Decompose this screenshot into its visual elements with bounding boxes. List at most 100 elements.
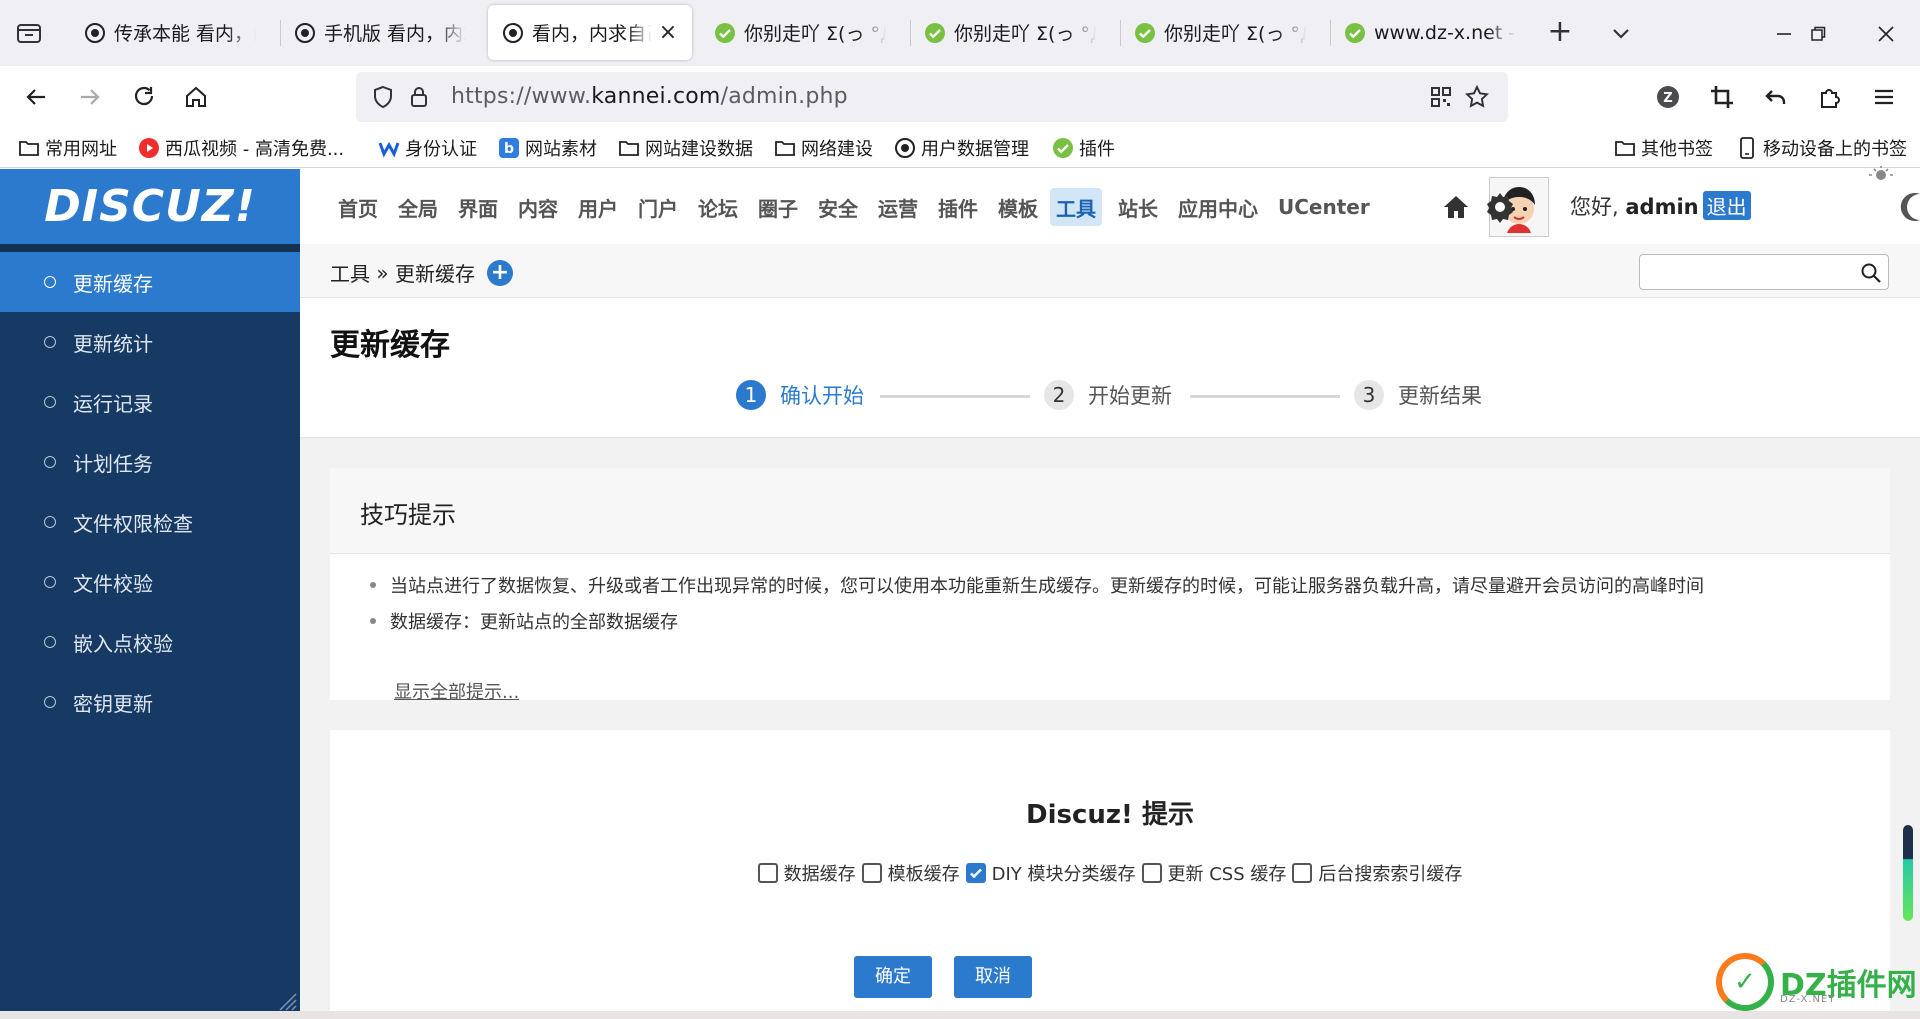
browser-tab[interactable]: 你别走吖 Σ(っ °Д °;)っ	[910, 5, 1110, 60]
check-favicon-icon	[1134, 22, 1156, 44]
chevron-down-icon[interactable]	[1606, 18, 1636, 48]
topnav-users[interactable]: 用户	[572, 188, 624, 226]
topnav-tools[interactable]: 工具	[1050, 188, 1102, 226]
browser-tab[interactable]: 你别走吖 Σ(っ °Д °;)っ	[700, 5, 900, 60]
forward-arrow-icon[interactable]	[72, 79, 108, 115]
option-diy-cache[interactable]: DIY 模块分类缓存	[965, 860, 1136, 886]
close-tab-icon[interactable]: ×	[658, 21, 678, 43]
circle-bullet-icon	[44, 696, 56, 708]
sidebar-item-file-permission[interactable]: 文件权限检查	[0, 492, 300, 552]
option-search-index-cache[interactable]: 后台搜索索引缓存	[1292, 860, 1462, 886]
topnav-templates[interactable]: 模板	[992, 188, 1044, 226]
topnav-global[interactable]: 全局	[392, 188, 444, 226]
checkbox-checked[interactable]	[965, 863, 986, 883]
zotero-icon[interactable]: Z	[1650, 79, 1686, 115]
bookmark-item[interactable]: 插件	[1052, 133, 1115, 163]
topnav-home[interactable]: 首页	[332, 188, 384, 226]
bookmark-item[interactable]: 移动设备上的书签	[1736, 133, 1907, 163]
tab-manager-icon[interactable]	[14, 18, 44, 48]
browser-tab[interactable]: 手机版 看内，内求自己	[280, 5, 480, 60]
new-tab-plus-icon[interactable]: +	[1545, 17, 1575, 48]
topnav-interface[interactable]: 界面	[452, 188, 504, 226]
bookmark-star-icon[interactable]	[1464, 84, 1490, 110]
bookmark-item[interactable]: 网络建设	[774, 133, 873, 163]
close-window-icon[interactable]	[1866, 14, 1906, 54]
sidebar-item-update-cache[interactable]: 更新缓存	[0, 252, 300, 312]
bookmark-item[interactable]: 西瓜视频 - 高清免费...	[138, 133, 344, 163]
browser-tab[interactable]: www.dz-x.net - Sit	[1330, 5, 1530, 60]
circle-bullet-icon	[44, 276, 56, 288]
back-arrow-icon[interactable]	[18, 79, 54, 115]
checkbox[interactable]	[1141, 863, 1162, 883]
menu-hamburger-icon[interactable]	[1866, 79, 1902, 115]
search-icon[interactable]	[1860, 262, 1882, 284]
home-icon[interactable]	[178, 79, 214, 115]
show-all-tips-link[interactable]: 显示全部提示...	[394, 678, 519, 704]
lock-icon[interactable]	[406, 84, 432, 110]
bookmark-item[interactable]: 其他书签	[1614, 133, 1713, 163]
shield-icon[interactable]	[370, 84, 396, 110]
logout-button[interactable]: 退出	[1702, 191, 1751, 220]
address-bar[interactable]: https://www.kannei.com/admin.php	[356, 72, 1508, 122]
home-icon[interactable]	[1438, 189, 1474, 225]
watermark: ✓ DZ插件网 DZ-X.NET	[1716, 944, 1920, 1019]
reload-icon[interactable]	[126, 79, 162, 115]
breadcrumb-current: 更新缓存	[394, 262, 475, 286]
topnav-operations[interactable]: 运营	[872, 188, 924, 226]
crop-icon[interactable]	[1704, 79, 1740, 115]
topnav-plugins[interactable]: 插件	[932, 188, 984, 226]
extensions-puzzle-icon[interactable]	[1812, 79, 1848, 115]
browser-tab-active[interactable]: 看内，内求自己 ×	[488, 5, 692, 60]
bookmark-item[interactable]: 网站建设数据	[618, 133, 753, 163]
restore-icon[interactable]	[1798, 14, 1838, 54]
option-css-cache[interactable]: 更新 CSS 缓存	[1141, 860, 1286, 886]
scroll-indicator[interactable]	[1903, 825, 1913, 921]
checkbox[interactable]	[861, 863, 882, 883]
admin-search[interactable]	[1639, 254, 1889, 290]
add-shortcut-plus-icon[interactable]: +	[486, 259, 513, 286]
bookmark-item[interactable]: 常用网址	[18, 133, 117, 163]
svg-text:Z: Z	[1663, 91, 1672, 106]
folder-icon	[618, 137, 640, 159]
sidebar-item-label: 更新缓存	[73, 271, 153, 296]
step-2: 2 开始更新	[1044, 380, 1172, 410]
gear-icon[interactable]	[1482, 189, 1518, 225]
qr-code-icon[interactable]	[1428, 84, 1454, 110]
topnav-forum[interactable]: 论坛	[692, 188, 744, 226]
topnav-security[interactable]: 安全	[812, 188, 864, 226]
bookmark-item[interactable]: b 网站素材	[498, 133, 597, 163]
cancel-button[interactable]: 取消	[954, 956, 1032, 998]
sidebar-item-update-stats[interactable]: 更新统计	[0, 312, 300, 372]
tips-title: 技巧提示	[360, 501, 456, 529]
bookmark-item[interactable]: 身份认证	[378, 133, 477, 163]
checkbox[interactable]	[757, 863, 778, 883]
breadcrumb-section[interactable]: 工具	[330, 258, 370, 287]
sidebar-item-scheduled-tasks[interactable]: 计划任务	[0, 432, 300, 492]
sidebar-item-file-check[interactable]: 文件校验	[0, 552, 300, 612]
resize-handle-icon[interactable]	[276, 990, 298, 1012]
undo-icon[interactable]	[1758, 79, 1794, 115]
search-input[interactable]	[1640, 255, 1850, 289]
sidebar-item-run-log[interactable]: 运行记录	[0, 372, 300, 432]
browser-tab[interactable]: 传承本能 看内，内求自己	[70, 5, 270, 60]
option-data-cache[interactable]: 数据缓存	[757, 860, 856, 886]
url-text[interactable]: https://www.kannei.com/admin.php	[451, 84, 848, 109]
sidebar-item-hook-check[interactable]: 嵌入点校验	[0, 612, 300, 672]
bookmark-item[interactable]: 用户数据管理	[894, 133, 1029, 163]
sun-icon[interactable]	[1864, 166, 1898, 188]
sidebar-item-label: 文件校验	[73, 571, 153, 596]
site-icon	[894, 137, 916, 159]
topnav-webmaster[interactable]: 站长	[1112, 188, 1164, 226]
topnav-groups[interactable]: 圈子	[752, 188, 804, 226]
topnav-ucenter[interactable]: UCenter	[1272, 188, 1376, 226]
browser-tab[interactable]: 你别走吖 Σ(っ °Д °;)っ	[1120, 5, 1320, 60]
moon-icon[interactable]	[1896, 190, 1920, 224]
topnav-app-center[interactable]: 应用中心	[1172, 188, 1264, 226]
option-template-cache[interactable]: 模板缓存	[861, 860, 960, 886]
sidebar-item-key-update[interactable]: 密钥更新	[0, 672, 300, 732]
topnav-portal[interactable]: 门户	[632, 188, 684, 226]
topnav-content[interactable]: 内容	[512, 188, 564, 226]
confirm-button[interactable]: 确定	[854, 956, 932, 998]
discuz-logo-area[interactable]: DISCUZ!	[0, 169, 300, 244]
checkbox[interactable]	[1292, 863, 1313, 883]
